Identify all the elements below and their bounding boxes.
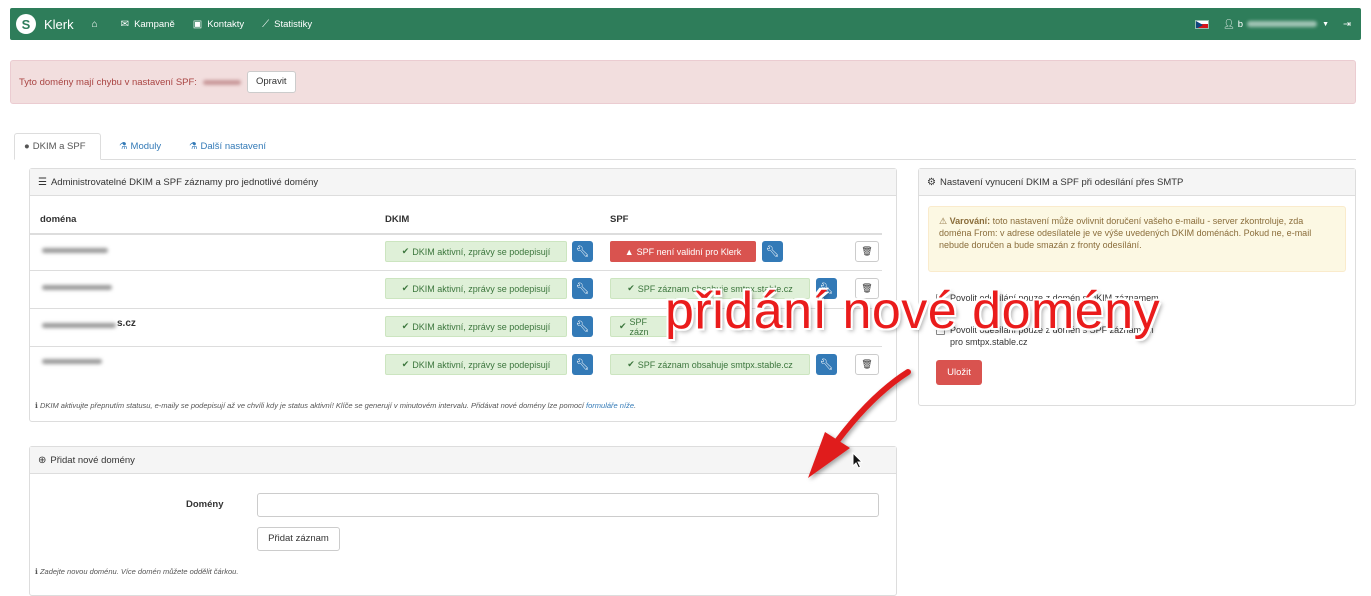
annotation-arrow	[808, 369, 911, 478]
mouse-cursor-icon	[852, 452, 864, 469]
